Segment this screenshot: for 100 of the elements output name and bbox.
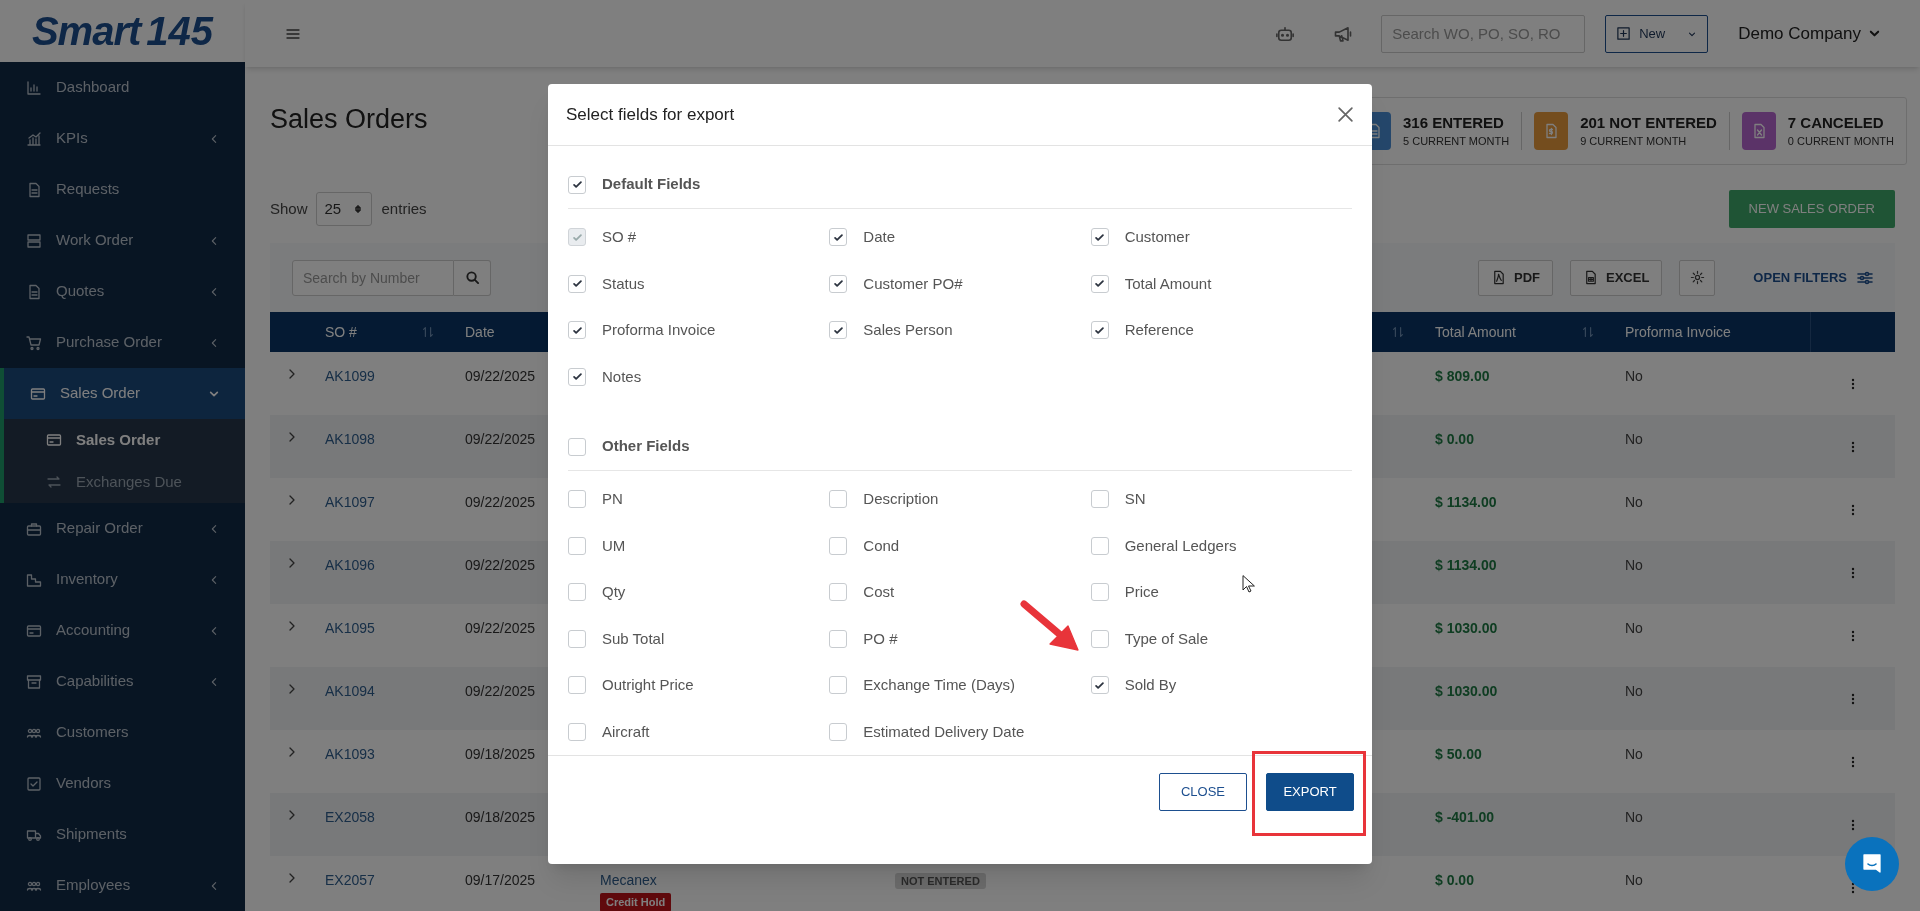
- sidebar-item[interactable]: Dashboard: [0, 62, 245, 113]
- credit-hold-badge: Credit Hold: [600, 893, 672, 911]
- order-link[interactable]: EX2057: [325, 872, 375, 888]
- checkbox-label: Sales Person: [863, 320, 953, 340]
- table-cell: No: [1625, 368, 1643, 384]
- amount-cell: $ 0.00: [1435, 872, 1474, 888]
- page-title: Sales Orders: [270, 103, 428, 136]
- submenu-item[interactable]: Exchanges Due: [4, 461, 245, 503]
- checkbox-label: Sub Total: [602, 628, 665, 649]
- open-filters-button[interactable]: OPEN FILTERS: [1753, 267, 1873, 288]
- amount-cell: $ 1134.00: [1435, 557, 1497, 573]
- stat-subtitle: 9 CURRENT MONTH: [1580, 134, 1688, 149]
- checkbox-label: Cost: [863, 582, 895, 602]
- checkbox-label: Customer: [1124, 227, 1190, 247]
- table-cell: 09/22/2025: [465, 431, 536, 447]
- customer-link[interactable]: Mecanex: [600, 870, 657, 891]
- checkbox-label: Sold By: [1124, 675, 1177, 695]
- table-cell: 09/22/2025: [465, 368, 536, 384]
- checkbox-label: UM: [602, 535, 626, 556]
- amount-cell: $ 0.00: [1435, 431, 1474, 447]
- section-label: Other Fields: [602, 436, 690, 457]
- entries-label: entries: [381, 198, 427, 219]
- stat-value: 7 CANCELED: [1787, 113, 1885, 133]
- checkbox-label: Customer PO#: [863, 273, 963, 294]
- export-button[interactable]: PDF: [1478, 259, 1553, 296]
- table-cell: No: [1625, 557, 1643, 573]
- new-sales-order-button[interactable]: NEW SALES ORDER: [1728, 190, 1895, 228]
- dialog-title: Select fields for export: [566, 103, 736, 126]
- logo-number: 145: [146, 8, 214, 55]
- order-link[interactable]: AK1093: [325, 746, 375, 762]
- sidebar-item[interactable]: Accounting: [0, 605, 245, 656]
- table-cell: 09/18/2025: [465, 809, 536, 825]
- sidebar-item[interactable]: Quotes: [0, 266, 245, 317]
- export-button[interactable]: EXCEL: [1570, 259, 1663, 296]
- table-cell: No: [1625, 872, 1643, 888]
- amount-cell: $ 809.00: [1435, 368, 1490, 384]
- sidebar-item[interactable]: Work Order: [0, 215, 245, 266]
- status-badge: NOT ENTERED: [895, 873, 986, 889]
- checkbox-label: Notes: [602, 366, 642, 387]
- export-button[interactable]: EXPORT: [1266, 773, 1354, 811]
- checkbox-label: Description: [863, 489, 939, 509]
- table-cell: 09/22/2025: [465, 620, 536, 636]
- order-link[interactable]: AK1097: [325, 494, 375, 510]
- order-link[interactable]: AK1099: [325, 368, 375, 384]
- submenu-item[interactable]: Sales Order: [4, 419, 245, 461]
- stat-subtitle: 5 CURRENT MONTH: [1403, 134, 1510, 149]
- checkbox-label: Proforma Invoice: [602, 320, 716, 340]
- entries-select[interactable]: 25: [315, 192, 372, 226]
- table-cell: 09/18/2025: [465, 746, 536, 762]
- stat-subtitle: 0 CURRENT MONTH: [1787, 134, 1894, 149]
- checkbox-label: Price: [1124, 582, 1159, 602]
- table-cell: No: [1625, 746, 1643, 762]
- amount-cell: $ -401.00: [1435, 809, 1495, 825]
- checkbox-label: SN: [1124, 489, 1146, 509]
- sidebar-item[interactable]: Repair Order: [0, 503, 245, 554]
- table-cell: No: [1625, 683, 1643, 699]
- checkbox-label: Reference: [1124, 320, 1194, 340]
- sidebar-item[interactable]: Sales Order: [0, 368, 245, 419]
- section-label: Default Fields: [602, 174, 701, 195]
- checkbox-label: General Ledgers: [1124, 535, 1237, 556]
- table-cell: 09/22/2025: [465, 494, 536, 510]
- close-button[interactable]: CLOSE: [1159, 773, 1247, 811]
- checkbox-label: PO #: [863, 628, 898, 649]
- order-link[interactable]: AK1098: [325, 431, 375, 447]
- stat-value: 316 ENTERED: [1403, 113, 1505, 133]
- sidebar-item[interactable]: Capabilities: [0, 656, 245, 707]
- sidebar-item[interactable]: Vendors: [0, 758, 245, 809]
- table-cell: 09/22/2025: [465, 557, 536, 573]
- checkbox-label: Aircraft: [602, 721, 650, 742]
- column-header[interactable]: Total Amount: [1435, 321, 1581, 343]
- checkbox-label: Date: [863, 227, 895, 247]
- amount-cell: $ 50.00: [1435, 746, 1482, 762]
- sidebar-item[interactable]: Shipments: [0, 809, 245, 860]
- checkbox-label: Total Amount: [1124, 273, 1212, 294]
- order-link[interactable]: AK1096: [325, 557, 375, 573]
- new-button[interactable]: New: [1605, 14, 1709, 53]
- sidebar-item[interactable]: Customers: [0, 707, 245, 758]
- order-link[interactable]: AK1094: [325, 683, 375, 699]
- table-cell: 09/17/2025: [465, 872, 536, 888]
- sidebar-item[interactable]: KPIs: [0, 113, 245, 164]
- amount-cell: $ 1030.00: [1435, 683, 1498, 699]
- column-header[interactable]: SO #: [325, 321, 421, 343]
- checkbox-label: Outright Price: [602, 675, 694, 695]
- checkbox-label: Qty: [602, 582, 626, 602]
- checkbox-label: PN: [602, 489, 623, 509]
- order-link[interactable]: EX2058: [325, 809, 375, 825]
- order-link[interactable]: AK1095: [325, 620, 375, 636]
- table-cell: No: [1625, 494, 1643, 510]
- column-header[interactable]: Proforma Invoice: [1625, 321, 1795, 343]
- company-dropdown[interactable]: Demo Company: [1738, 20, 1880, 47]
- logo-text: Smart: [31, 8, 141, 55]
- sidebar-item[interactable]: Purchase Order: [0, 317, 245, 368]
- show-label: Show: [270, 198, 308, 219]
- sidebar-item[interactable]: Requests: [0, 164, 245, 215]
- checkbox-label: Type of Sale: [1124, 628, 1209, 649]
- checkbox-label: Exchange Time (Days): [863, 675, 1016, 695]
- sidebar-item[interactable]: Employees: [0, 860, 245, 911]
- stat-value: 201 NOT ENTERED: [1580, 113, 1717, 133]
- sidebar-item[interactable]: Inventory: [0, 554, 245, 605]
- checkbox-label: Estimated Delivery Date: [863, 721, 1025, 742]
